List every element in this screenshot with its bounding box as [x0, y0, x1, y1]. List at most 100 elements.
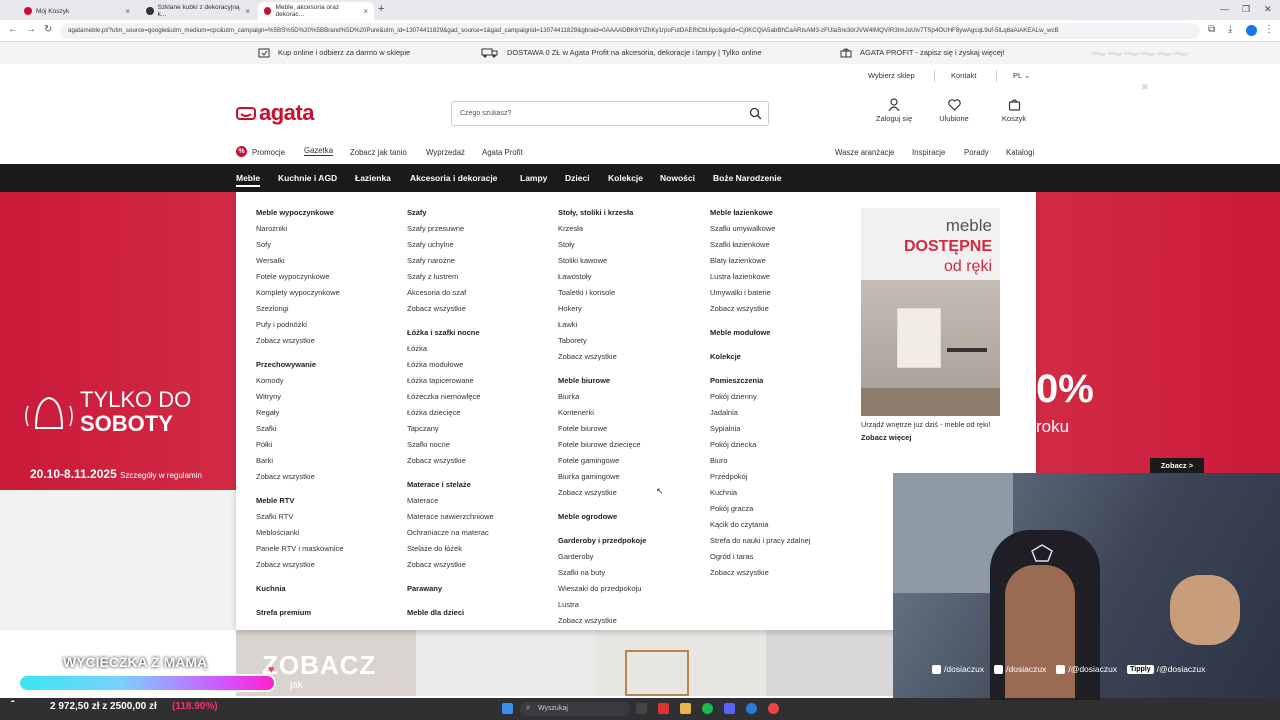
menu-link[interactable]: Zobacz wszystkie: [710, 304, 769, 313]
menu-link[interactable]: Szafki nocne: [407, 440, 450, 449]
menu-link[interactable]: Przedpokój: [710, 472, 748, 481]
browser-tab-active[interactable]: Meble, akcesoria oraz dekorac... ×: [258, 2, 374, 20]
menu-link[interactable]: Półki: [256, 440, 272, 449]
menu-heading[interactable]: Parawany: [407, 584, 442, 593]
menu-link[interactable]: Blaty łazienkowe: [710, 256, 766, 265]
subnav-agata-profit[interactable]: Agata Profit: [482, 148, 523, 157]
folder-icon[interactable]: [680, 703, 691, 714]
menu-heading[interactable]: Łóżka i szafki nocne: [407, 328, 480, 337]
login-button[interactable]: Zaloguj się: [869, 98, 919, 123]
menu-link[interactable]: Garderoby: [558, 552, 593, 561]
menu-link[interactable]: Akcesoria do szaf: [407, 288, 466, 297]
cart-button[interactable]: Koszyk: [989, 98, 1039, 123]
favorites-button[interactable]: Ulubione: [929, 98, 979, 123]
menu-link[interactable]: Witryny: [256, 392, 281, 401]
menu-link[interactable]: Szezlongi: [256, 304, 289, 313]
subnav-inspiracje[interactable]: Inspiracje: [912, 148, 945, 157]
subnav-gazetka[interactable]: Gazetka: [304, 146, 334, 156]
menu-link[interactable]: Jadalnia: [710, 408, 738, 417]
menu-heading[interactable]: Meble łazienkowe: [710, 208, 773, 217]
reload-icon[interactable]: ↻: [44, 24, 52, 35]
hero-dates-note[interactable]: Szczegóły w regulamin: [120, 471, 202, 480]
menu-link[interactable]: Wieszaki do przedpokoju: [558, 584, 641, 593]
menu-link[interactable]: Szafki: [256, 424, 276, 433]
menu-heading[interactable]: Meble biurowe: [558, 376, 610, 385]
menu-link[interactable]: Zobacz wszystkie: [558, 616, 617, 625]
start-icon[interactable]: [502, 703, 513, 714]
menu-heading[interactable]: Kolekcje: [710, 352, 741, 361]
menu-heading[interactable]: Materace i stelaże: [407, 480, 471, 489]
menu-link[interactable]: Zobacz wszystkie: [710, 568, 769, 577]
menu-link[interactable]: Panele RTV i maskownice: [256, 544, 343, 553]
ad-see-more-link[interactable]: Zobacz więcej: [861, 433, 911, 442]
menu-link[interactable]: Stoły: [558, 240, 575, 249]
search-icon[interactable]: [749, 107, 762, 120]
subnav-wasze-aranzacje[interactable]: Wasze aranżacje: [835, 148, 895, 157]
menu-link[interactable]: Krzesła: [558, 224, 583, 233]
menu-link[interactable]: Umywalki i baterie: [710, 288, 771, 297]
spotify-icon[interactable]: [702, 703, 713, 714]
menu-link[interactable]: Pufy i podnóżki: [256, 320, 307, 329]
menu-link[interactable]: Komplety wypoczynkowe: [256, 288, 340, 297]
menu-link[interactable]: Biurka: [558, 392, 579, 401]
nav-lampy[interactable]: Lampy: [520, 173, 547, 183]
menu-link[interactable]: Szafy narożne: [407, 256, 455, 265]
menu-link[interactable]: Hokery: [558, 304, 582, 313]
profile-avatar[interactable]: [1246, 25, 1257, 36]
menu-link[interactable]: Szafki na buty: [558, 568, 605, 577]
nav-boze-narodzenie[interactable]: Boże Narodzenie: [713, 173, 782, 183]
nav-kolekcje[interactable]: Kolekcje: [608, 173, 643, 183]
menu-link[interactable]: Kącik do czytania: [710, 520, 768, 529]
minimize-icon[interactable]: —: [1220, 4, 1229, 14]
menu-link[interactable]: Szafki RTV: [256, 512, 293, 521]
menu-link[interactable]: Stelaże do łóżek: [407, 544, 462, 553]
menu-link[interactable]: Materace nawierzchniowe: [407, 512, 494, 521]
menu-heading[interactable]: Stoły, stoliki i krzesła: [558, 208, 633, 217]
new-tab-icon[interactable]: +: [378, 3, 384, 15]
close-tab-icon[interactable]: ×: [245, 7, 250, 16]
menu-heading[interactable]: Meble RTV: [256, 496, 294, 505]
close-tab-icon[interactable]: ×: [363, 7, 368, 16]
task-view-icon[interactable]: [636, 703, 647, 714]
back-icon[interactable]: ←: [8, 24, 18, 35]
menu-link[interactable]: Sypialnia: [710, 424, 740, 433]
choose-store-link[interactable]: Wybierz sklep: [868, 71, 915, 80]
menu-link[interactable]: Fotele wypoczynkowe: [256, 272, 329, 281]
menu-link[interactable]: Fotele biurowe dziecięce: [558, 440, 641, 449]
menu-link[interactable]: Ogród i taras: [710, 552, 753, 561]
nav-nowosci[interactable]: Nowości: [660, 173, 695, 183]
menu-link[interactable]: Toaletki i konsole: [558, 288, 615, 297]
menu-link[interactable]: Materace: [407, 496, 438, 505]
discord-icon[interactable]: [724, 703, 735, 714]
menu-link[interactable]: Strefa do nauki i pracy zdalnej: [710, 536, 810, 545]
menu-link[interactable]: Zobacz wszystkie: [407, 304, 466, 313]
menu-link[interactable]: Ochraniacze na materac: [407, 528, 489, 537]
taskbar-search[interactable]: Wyszukaj: [520, 702, 630, 716]
menu-heading[interactable]: Kuchnia: [256, 584, 286, 593]
menu-heading[interactable]: Garderoby i przedpokoje: [558, 536, 646, 545]
menu-link[interactable]: Wersalki: [256, 256, 285, 265]
menu-link[interactable]: Biuro: [710, 456, 728, 465]
menu-link[interactable]: Szafy przesuwne: [407, 224, 464, 233]
subnav-katalogi[interactable]: Katalogi: [1006, 148, 1034, 157]
menu-link[interactable]: Stoliki kawowe: [558, 256, 607, 265]
menu-link[interactable]: Pokój dziecka: [710, 440, 756, 449]
chrome-icon[interactable]: [768, 703, 779, 714]
menu-heading[interactable]: Strefa premium: [256, 608, 311, 617]
menu-link[interactable]: Szafy uchylne: [407, 240, 454, 249]
logo[interactable]: agata: [236, 100, 314, 126]
menu-link[interactable]: Szafy z lustrem: [407, 272, 458, 281]
menu-link[interactable]: Taborety: [558, 336, 587, 345]
hero-banner-right[interactable]: [1036, 192, 1280, 490]
menu-link[interactable]: Barki: [256, 456, 273, 465]
subnav-zobacz-jak-tanio[interactable]: Zobacz jak tanio: [350, 148, 407, 157]
menu-link[interactable]: Tapczany: [407, 424, 439, 433]
menu-link[interactable]: Fotele biurowe: [558, 424, 607, 433]
menu-link[interactable]: Łóżka dziecięce: [407, 408, 460, 417]
menu-link[interactable]: Zobacz wszystkie: [558, 352, 617, 361]
menu-heading[interactable]: Meble modułowe: [710, 328, 770, 337]
menu-link[interactable]: Ławostoły: [558, 272, 591, 281]
menu-link[interactable]: Zobacz wszystkie: [256, 472, 315, 481]
menu-link[interactable]: Regały: [256, 408, 279, 417]
menu-link[interactable]: Narożniki: [256, 224, 287, 233]
